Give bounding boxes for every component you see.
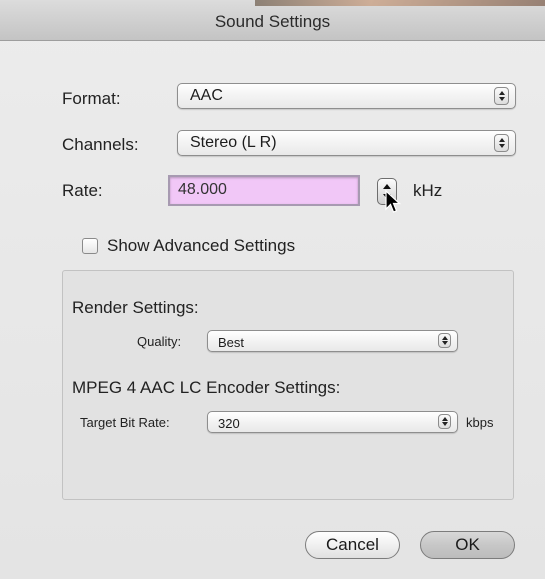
bitrate-unit: kbps [466, 415, 494, 430]
title-bar: Sound Settings [0, 0, 545, 41]
format-value: AAC [190, 87, 223, 104]
popup-arrows-icon [438, 414, 451, 429]
channels-popup[interactable]: Stereo (L R) [177, 130, 516, 156]
render-settings-heading: Render Settings: [72, 298, 199, 317]
popup-arrows-icon [494, 87, 509, 105]
quality-value: Best [218, 335, 245, 350]
channels-value: Stereo (L R) [190, 134, 277, 151]
sound-settings-dialog: Sound Settings Format: AAC Channels: Ste… [0, 0, 545, 579]
rate-label: Rate: [62, 181, 103, 200]
rate-input[interactable]: 48.000 [168, 175, 360, 206]
bitrate-popup[interactable]: 320 [207, 411, 458, 433]
cancel-button[interactable]: Cancel [305, 531, 400, 559]
advanced-settings-checkbox[interactable] [82, 238, 98, 254]
quality-popup[interactable]: Best [207, 330, 458, 352]
format-popup[interactable]: AAC [177, 83, 516, 109]
popup-arrows-icon [494, 134, 509, 152]
encoder-settings-heading: MPEG 4 AAC LC Encoder Settings: [72, 378, 341, 397]
ok-button[interactable]: OK [420, 531, 515, 559]
window-title: Sound Settings [214, 12, 331, 31]
popup-arrows-icon [438, 333, 451, 348]
rate-unit: kHz [413, 181, 443, 200]
bitrate-value: 320 [218, 416, 240, 431]
mouse-pointer-icon [385, 190, 402, 213]
bitrate-label: Target Bit Rate: [80, 415, 170, 430]
rate-value: 48.000 [178, 181, 227, 198]
format-label: Format: [62, 89, 121, 108]
quality-label: Quality: [137, 334, 182, 349]
channels-label: Channels: [62, 135, 139, 154]
advanced-settings-label[interactable]: Show Advanced Settings [107, 236, 295, 256]
background-window-strip [255, 0, 545, 6]
